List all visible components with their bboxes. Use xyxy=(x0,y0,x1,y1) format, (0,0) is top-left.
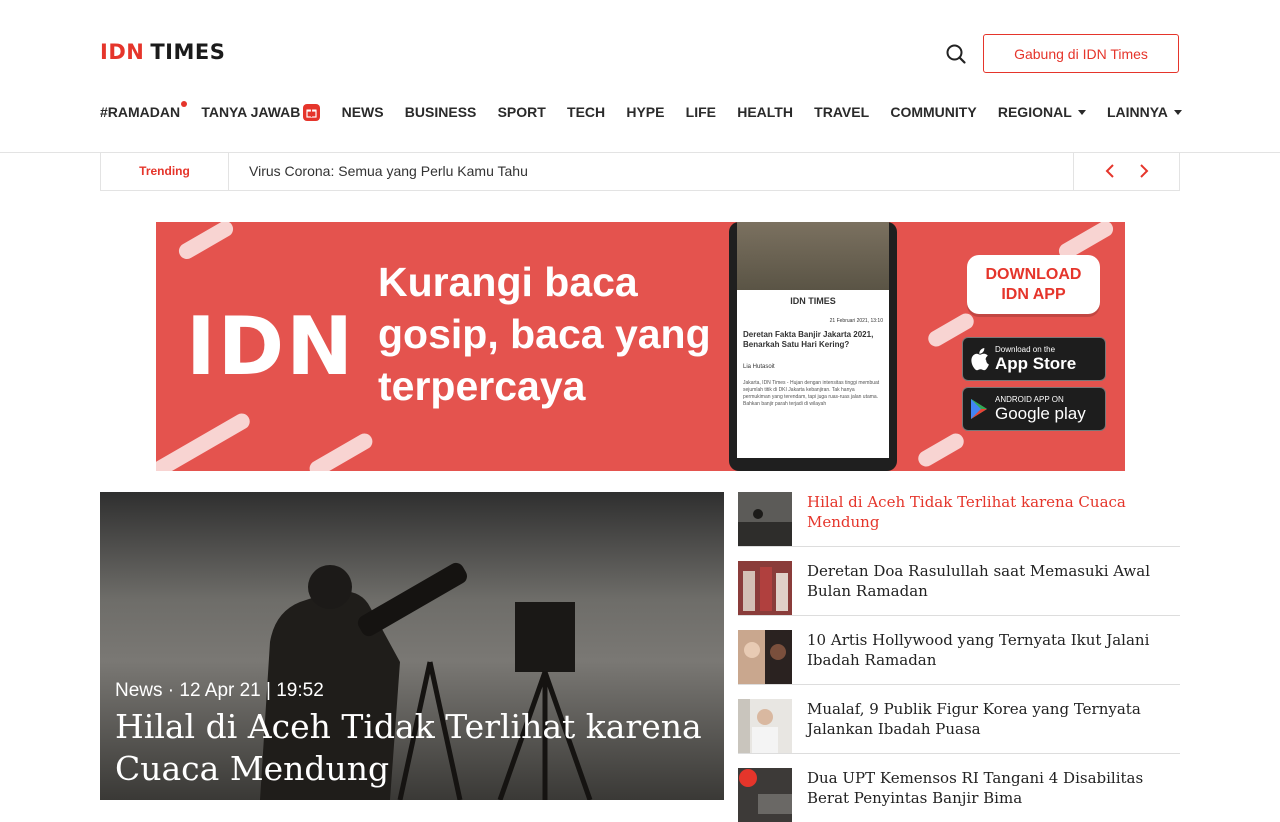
nav-item-ramadan[interactable]: #RAMADAN xyxy=(100,101,188,120)
decorative-stripe xyxy=(306,430,376,471)
nav-item-lainnya[interactable]: LAINNYA xyxy=(1107,104,1182,120)
list-item[interactable]: Hilal di Aceh Tidak Terlihat karena Cuac… xyxy=(738,492,1180,547)
chevron-left-icon[interactable] xyxy=(1102,162,1120,180)
play-small-label: ANDROID APP ON xyxy=(995,394,1064,404)
phone-screen: IDN TIMES 21 Februari 2021, 13:10 Dereta… xyxy=(737,290,889,458)
nav-item-life[interactable]: LIFE xyxy=(686,104,716,120)
side-article-list: Hilal di Aceh Tidak Terlihat karena Cuac… xyxy=(738,492,1180,822)
join-idn-times-button[interactable]: Gabung di IDN Times xyxy=(983,34,1179,73)
notification-dot xyxy=(181,101,188,107)
hero-meta: News · 12 Apr 21 | 19:52 xyxy=(115,680,324,702)
phone-logo: IDN TIMES xyxy=(790,296,836,306)
list-item[interactable]: Dua UPT Kemensos RI Tangani 4 Disabilita… xyxy=(738,768,1180,822)
trending-headline-link[interactable]: Virus Corona: Semua yang Perlu Kamu Tahu xyxy=(229,152,1073,190)
decorative-stripe xyxy=(156,410,253,471)
list-item[interactable]: Mualaf, 9 Publik Figur Korea yang Ternya… xyxy=(738,699,1180,754)
nav-item-label: TANYA JAWAB xyxy=(201,104,301,120)
logo-times: TIMES xyxy=(150,40,226,64)
list-item-title: Hilal di Aceh Tidak Terlihat karena Cuac… xyxy=(807,493,1126,531)
nav-item-news[interactable]: NEWS xyxy=(342,104,384,120)
article-thumbnail xyxy=(738,699,792,753)
list-item[interactable]: Deretan Doa Rasulullah saat Memasuki Awa… xyxy=(738,561,1180,616)
article-thumbnail xyxy=(738,768,792,822)
hero-title: Hilal di Aceh Tidak Terlihat karena Cuac… xyxy=(115,707,702,788)
play-big-label: Google play xyxy=(995,403,1086,423)
nav-item-sport[interactable]: SPORT xyxy=(498,104,546,120)
gift-icon xyxy=(303,103,321,121)
article-thumbnail xyxy=(738,561,792,615)
nav-item-tanya-jawab[interactable]: TANYA JAWAB xyxy=(201,103,321,121)
article-thumbnail xyxy=(738,492,792,546)
hero-datetime: 12 Apr 21 | 19:52 xyxy=(179,680,324,701)
idn-times-logo[interactable]: IDN TIMES xyxy=(100,40,225,64)
apple-icon xyxy=(963,347,995,371)
download-idn-app-button[interactable]: DOWNLOAD IDN APP xyxy=(967,255,1100,314)
nav-item-tech[interactable]: TECH xyxy=(567,104,605,120)
banner-idn-logo: IDN xyxy=(186,300,356,393)
appstore-big-label: App Store xyxy=(995,353,1077,373)
app-store-button[interactable]: Download on the App Store xyxy=(962,337,1106,381)
nav-item-regional[interactable]: REGIONAL xyxy=(998,104,1086,120)
trending-label: Trending xyxy=(101,152,229,190)
logo-idn: IDN xyxy=(100,40,145,64)
google-play-button[interactable]: ANDROID APP ON Google play xyxy=(962,387,1106,431)
chevron-down-icon xyxy=(1077,109,1086,115)
trending-bar: Trending Virus Corona: Semua yang Perlu … xyxy=(100,152,1180,191)
main-nav: #RAMADAN TANYA JAWAB NEWS BUSINESS SPORT… xyxy=(100,100,1182,124)
decorative-stripe xyxy=(915,430,967,470)
list-item-title: Deretan Doa Rasulullah saat Memasuki Awa… xyxy=(807,562,1151,600)
trending-controls xyxy=(1073,152,1179,190)
list-item[interactable]: 10 Artis Hollywood yang Ternyata Ikut Ja… xyxy=(738,630,1180,685)
list-item-title: Dua UPT Kemensos RI Tangani 4 Disabilita… xyxy=(807,769,1144,807)
search-icon[interactable] xyxy=(945,43,967,65)
appstore-small-label: Download on the xyxy=(995,344,1056,354)
chevron-down-icon xyxy=(1173,109,1182,115)
app-promo-banner[interactable]: IDN Kurangi baca gosip, baca yang terper… xyxy=(156,222,1125,471)
hero-category: News xyxy=(115,680,163,701)
phone-author: Lia Hutasoit xyxy=(743,364,775,370)
download-label: DOWNLOAD IDN APP xyxy=(985,265,1082,303)
phone-date: 21 Februari 2021, 13:10 xyxy=(829,318,883,324)
nav-item-label: REGIONAL xyxy=(997,104,1072,120)
meta-separator: · xyxy=(167,680,180,701)
nav-item-health[interactable]: HEALTH xyxy=(737,104,793,120)
nav-item-label: #RAMADAN xyxy=(100,104,181,120)
hero-article[interactable]: News · 12 Apr 21 | 19:52 Hilal di Aceh T… xyxy=(100,492,724,800)
article-thumbnail xyxy=(738,630,792,684)
nav-item-travel[interactable]: TRAVEL xyxy=(814,104,869,120)
nav-item-hype[interactable]: HYPE xyxy=(626,104,664,120)
nav-item-business[interactable]: BUSINESS xyxy=(405,104,477,120)
phone-mockup: IDN TIMES 21 Februari 2021, 13:10 Dereta… xyxy=(729,222,897,471)
google-play-icon xyxy=(963,398,995,420)
flood-photo xyxy=(737,222,889,290)
phone-article-title: Deretan Fakta Banjir Jakarta 2021, Benar… xyxy=(743,330,874,349)
list-item-title: 10 Artis Hollywood yang Ternyata Ikut Ja… xyxy=(807,631,1150,669)
nav-item-label: LAINNYA xyxy=(1106,104,1168,120)
list-item-title: Mualaf, 9 Publik Figur Korea yang Ternya… xyxy=(807,700,1141,738)
chevron-right-icon[interactable] xyxy=(1134,162,1152,180)
decorative-stripe xyxy=(176,222,236,262)
phone-body: Jakarta, IDN Times - Hujan dengan intens… xyxy=(743,380,880,407)
banner-headline: Kurangi baca gosip, baca yang terpercaya xyxy=(378,259,711,409)
nav-item-community[interactable]: COMMUNITY xyxy=(890,104,976,120)
